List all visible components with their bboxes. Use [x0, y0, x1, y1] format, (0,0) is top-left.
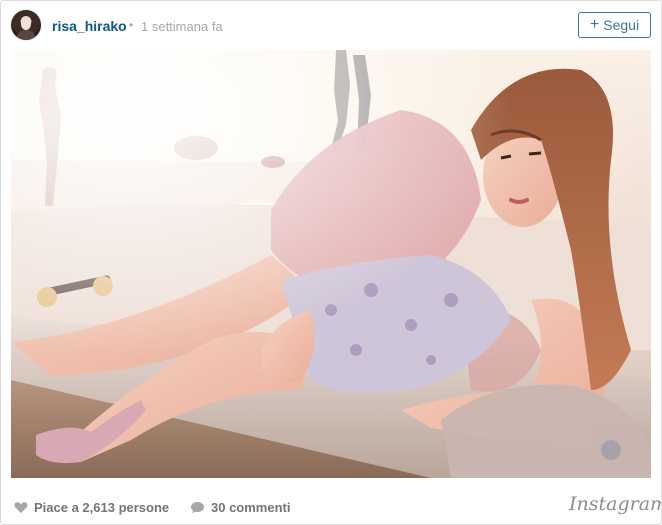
post-footer: Piace a 2,613 persone 30 commenti Instag… — [1, 487, 661, 524]
instagram-logo[interactable]: Instagram — [569, 493, 661, 515]
heart-icon — [14, 501, 28, 514]
photo-scene — [11, 50, 651, 478]
avatar-body — [17, 30, 35, 40]
post-photo[interactable] — [11, 50, 651, 478]
username-link[interactable]: risa_hirako — [52, 18, 127, 34]
comments-text: 30 commenti — [211, 500, 291, 515]
comment-icon — [190, 501, 205, 514]
instagram-embed-card: risa_hirako • 1 settimana fa + Segui Pia… — [0, 0, 662, 525]
separator-dot: • — [129, 18, 134, 32]
plus-icon: + — [589, 16, 600, 33]
follow-label: Segui — [603, 17, 640, 33]
avatar[interactable] — [11, 10, 41, 40]
likes-count[interactable]: Piace a 2,613 persone — [14, 500, 169, 515]
comments-count[interactable]: 30 commenti — [190, 500, 290, 515]
avatar-face — [21, 18, 31, 30]
post-header: risa_hirako • 1 settimana fa + Segui — [1, 1, 661, 49]
post-timestamp[interactable]: 1 settimana fa — [141, 19, 223, 34]
follow-button[interactable]: + Segui — [578, 12, 651, 38]
likes-text: Piace a 2,613 persone — [34, 500, 170, 515]
